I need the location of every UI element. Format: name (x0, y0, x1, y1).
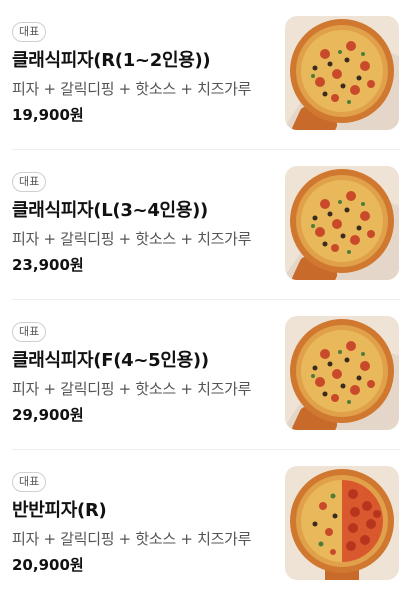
signature-badge: 대표 (12, 322, 47, 342)
pizza-image (285, 166, 399, 280)
signature-badge: 대표 (12, 172, 47, 192)
menu-item-price: 29,900원 (12, 406, 84, 424)
menu-item-name: 반반피자(R) (12, 500, 107, 521)
menu-item-classic-pizza-f[interactable]: 대표 클래식피자(F(4~5인용)) 피자 + 갈릭디핑 + 핫소스 + 치즈가… (0, 300, 412, 450)
pizza-image (285, 16, 399, 130)
menu-item-price: 20,900원 (12, 556, 84, 574)
signature-badge: 대표 (12, 472, 47, 492)
menu-item-description: 피자 + 갈릭디핑 + 핫소스 + 치즈가루 (12, 230, 252, 248)
menu-item-classic-pizza-r[interactable]: 대표 클래식피자(R(1~2인용)) 피자 + 갈릭디핑 + 핫소스 + 치즈가… (0, 0, 412, 150)
menu-item-description: 피자 + 갈릭디핑 + 핫소스 + 치즈가루 (12, 530, 252, 548)
menu-item-name: 클래식피자(R(1~2인용)) (12, 50, 211, 71)
menu-list: 대표 클래식피자(R(1~2인용)) 피자 + 갈릭디핑 + 핫소스 + 치즈가… (0, 0, 412, 598)
menu-item-name: 클래식피자(L(3~4인용)) (12, 200, 208, 221)
menu-item-price: 23,900원 (12, 256, 84, 274)
half-half-pizza-image (285, 466, 399, 580)
menu-item-name: 클래식피자(F(4~5인용)) (12, 350, 209, 371)
menu-item-price: 19,900원 (12, 106, 84, 124)
menu-item-classic-pizza-l[interactable]: 대표 클래식피자(L(3~4인용)) 피자 + 갈릭디핑 + 핫소스 + 치즈가… (0, 150, 412, 300)
pizza-image (285, 316, 399, 430)
menu-item-half-half-pizza-r[interactable]: 대표 반반피자(R) 피자 + 갈릭디핑 + 핫소스 + 치즈가루 20,900… (0, 450, 412, 598)
signature-badge: 대표 (12, 22, 47, 42)
menu-item-description: 피자 + 갈릭디핑 + 핫소스 + 치즈가루 (12, 80, 252, 98)
menu-item-description: 피자 + 갈릭디핑 + 핫소스 + 치즈가루 (12, 380, 252, 398)
